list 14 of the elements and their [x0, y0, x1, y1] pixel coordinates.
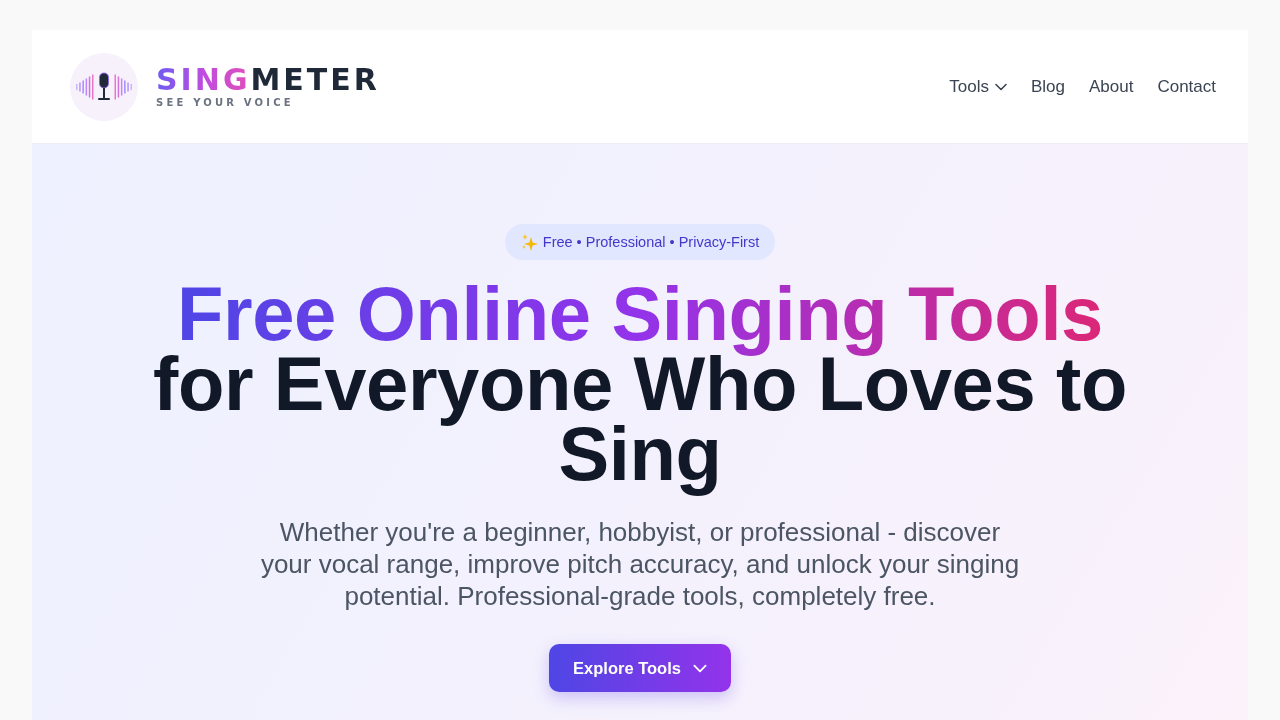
- sparkle-icon: [520, 233, 538, 251]
- brand-name[interactable]: SING METER: [156, 64, 380, 96]
- hero-heading: Free Online Singing Tools for Everyone Who Loves to Sing: [152, 271, 1128, 498]
- nav-link[interactable]: Blog: [1030, 76, 1065, 97]
- nav-dropdown[interactable]: Tools: [949, 76, 1007, 97]
- nav-link[interactable]: Contact: [1157, 76, 1216, 97]
- badge-text: Free • Professional • Privacy-First: [542, 234, 760, 250]
- nav-link[interactable]: About: [1088, 76, 1134, 97]
- chevron-down-icon: [692, 663, 707, 673]
- hero-subtitle: Whether you're a beginner, hobbyist, or professional - discover your vocal range, improve pitch accuracy, and unlock your singing potential. Professional-grade tools, completely free.: [259, 516, 1021, 612]
- brand-tagline: SEE YOUR VOICE: [156, 97, 295, 109]
- chevron-down-icon: [994, 82, 1007, 91]
- explore-tools-button[interactable]: Explore Tools: [549, 644, 731, 692]
- logo-icon: [70, 52, 138, 121]
